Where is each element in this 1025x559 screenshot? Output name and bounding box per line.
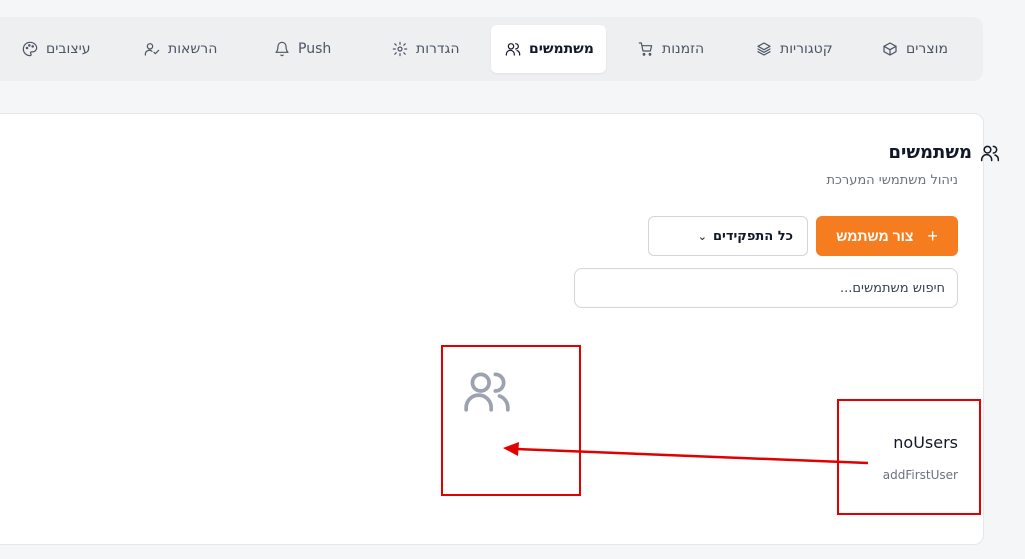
bell-icon xyxy=(274,41,290,57)
search-input[interactable] xyxy=(574,268,958,308)
tab-label: הזמנות xyxy=(662,41,705,57)
tab-users[interactable]: משתמשים xyxy=(491,25,606,73)
tab-settings[interactable]: הגדרות xyxy=(378,25,473,73)
palette-icon xyxy=(22,41,38,57)
tab-label: קטגוריות xyxy=(780,41,833,57)
tab-label: הגדרות xyxy=(416,41,460,57)
page-subtitle: ניהול משתמשי המערכת xyxy=(826,173,958,188)
tab-label: Push xyxy=(298,41,332,57)
users-icon xyxy=(980,143,1000,163)
add-user-button[interactable]: + צור משתמש xyxy=(816,216,958,256)
role-filter-value: כל התפקידים xyxy=(712,228,793,244)
chevron-down-icon: ⌄ xyxy=(697,229,707,243)
tab-label: מוצרים xyxy=(906,41,948,57)
annotation-box xyxy=(441,345,581,496)
users-icon xyxy=(505,41,521,57)
tab-label: הרשאות xyxy=(168,41,218,57)
user-check-icon xyxy=(144,41,160,57)
tab-label: משתמשים xyxy=(529,41,594,57)
section-header: משתמשים xyxy=(889,142,1000,163)
tab-orders[interactable]: הזמנות xyxy=(624,25,724,73)
tab-themes[interactable]: עיצובים xyxy=(8,25,108,73)
box-icon xyxy=(882,41,898,57)
page-title: משתמשים xyxy=(888,142,972,163)
tab-categories[interactable]: קטגוריות xyxy=(742,25,852,73)
cart-icon xyxy=(638,41,654,57)
gear-icon xyxy=(392,41,408,57)
tab-push[interactable]: Push xyxy=(260,25,345,73)
layers-icon xyxy=(756,41,772,57)
annotation-box xyxy=(837,399,981,515)
tab-permissions[interactable]: הרשאות xyxy=(130,25,230,73)
top-nav: מוצרים קטגוריות הזמנות משתמשים הגדרות Pu… xyxy=(0,17,983,81)
tab-products[interactable]: מוצרים xyxy=(868,25,968,73)
plus-icon: + xyxy=(927,225,938,246)
add-user-label: צור משתמש xyxy=(836,228,914,244)
role-filter-select[interactable]: כל התפקידים ⌄ xyxy=(648,216,808,256)
tab-label: עיצובים xyxy=(46,41,91,57)
